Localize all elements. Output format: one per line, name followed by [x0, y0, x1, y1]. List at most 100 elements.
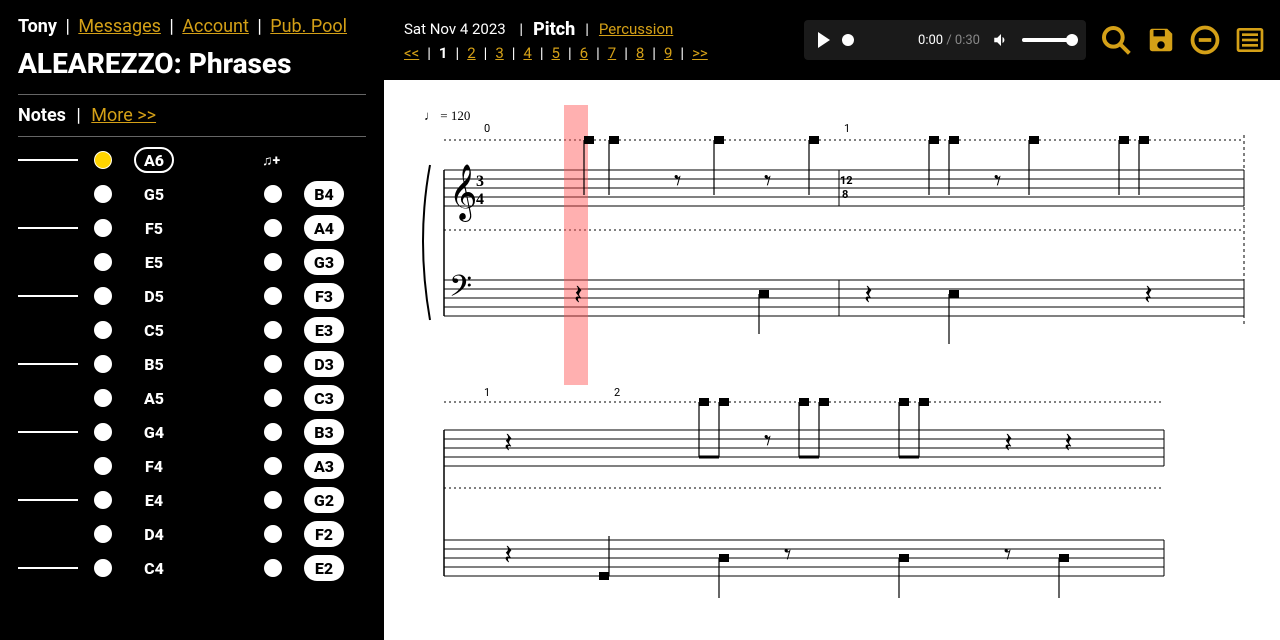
pager-page-2[interactable]: 2	[467, 44, 475, 62]
pager-page-8[interactable]: 8	[636, 44, 644, 62]
note-label[interactable]: G3	[304, 249, 344, 275]
note-dot[interactable]	[262, 455, 284, 477]
notes-grid: A6 ♫+ G5 B4 F5 A4 E5 G3 D5 F3 C5 E3 B5 D3 A5 C3 G4 B3 F4 A3…	[18, 147, 366, 581]
pager-current: 1	[439, 44, 448, 62]
username: Tony	[18, 16, 57, 37]
staff-line	[18, 227, 78, 229]
staff-line	[18, 397, 78, 399]
percussion-link[interactable]: Percussion	[599, 20, 673, 38]
note-dot[interactable]	[262, 489, 284, 511]
svg-text:𝄾: 𝄾	[1004, 540, 1011, 571]
note-dot[interactable]	[92, 285, 114, 307]
note-label[interactable]: F3	[304, 283, 344, 309]
note-dot[interactable]	[92, 251, 114, 273]
note-label[interactable]: A6	[134, 147, 174, 173]
volume-icon[interactable]	[992, 31, 1010, 49]
note-label[interactable]: D5	[134, 283, 174, 309]
pager-page-4[interactable]: 4	[523, 44, 531, 62]
note-label[interactable]: D4	[134, 521, 174, 547]
note-dot[interactable]	[262, 387, 284, 409]
pager-page-9[interactable]: 9	[664, 44, 672, 62]
note-dot[interactable]	[262, 183, 284, 205]
note-dot[interactable]	[92, 183, 114, 205]
nav-account[interactable]: Account	[182, 16, 249, 37]
divider	[18, 94, 366, 95]
note-dot[interactable]	[262, 421, 284, 443]
note-dot[interactable]	[92, 523, 114, 545]
staff-line	[18, 159, 78, 161]
note-label[interactable]: B3	[304, 419, 344, 445]
pager-page-5[interactable]: 5	[552, 44, 560, 62]
svg-text:𝄾: 𝄾	[764, 166, 771, 197]
pager-page-6[interactable]: 6	[580, 44, 588, 62]
mode-label: Pitch	[533, 19, 575, 40]
note-label[interactable]: E5	[134, 249, 174, 275]
svg-text:1: 1	[844, 122, 850, 135]
note-label[interactable]: G2	[304, 487, 344, 513]
note-dot[interactable]	[92, 557, 114, 579]
play-button[interactable]	[818, 32, 830, 48]
sidebar: Tony | Messages | Account | Pub. Pool AL…	[0, 0, 384, 640]
note-label[interactable]: A3	[304, 453, 344, 479]
note-label[interactable]: B5	[134, 351, 174, 377]
note-label[interactable]: E3	[304, 317, 344, 343]
nav-pub-pool[interactable]: Pub. Pool	[270, 16, 347, 37]
note-label[interactable]: A4	[304, 215, 344, 241]
svg-text:𝄽: 𝄽	[1144, 280, 1153, 311]
add-note-symbol[interactable]: ♫+	[262, 152, 290, 169]
svg-text:8: 8	[842, 188, 848, 201]
note-dot[interactable]	[92, 421, 114, 443]
note-dot[interactable]	[262, 523, 284, 545]
divider	[18, 136, 366, 137]
nav-messages[interactable]: Messages	[78, 16, 161, 37]
note-dot[interactable]	[92, 489, 114, 511]
volume-slider[interactable]	[1022, 38, 1072, 42]
svg-text:♩ = 120: ♩ = 120	[424, 108, 470, 123]
note-dot[interactable]	[92, 319, 114, 341]
list-icon[interactable]	[1234, 24, 1266, 56]
zoom-icon[interactable]	[1100, 24, 1132, 56]
note-label[interactable]: C5	[134, 317, 174, 343]
staff-line	[18, 533, 78, 535]
note-dot[interactable]	[92, 353, 114, 375]
pager-next[interactable]: >>	[692, 44, 708, 62]
score-area[interactable]: ♩ = 120𝄞𝄢3401128𝄾𝄾𝄾𝄽𝄽𝄽12𝄽𝄾𝄽𝄽𝄽𝄾𝄾	[384, 80, 1280, 640]
note-dot[interactable]	[262, 251, 284, 273]
progress-knob[interactable]	[842, 34, 854, 46]
note-dot[interactable]	[262, 217, 284, 239]
save-icon[interactable]	[1146, 25, 1176, 55]
staff-line	[18, 465, 78, 467]
note-dot[interactable]	[92, 217, 114, 239]
note-label[interactable]: G4	[134, 419, 174, 445]
note-label[interactable]: C4	[134, 555, 174, 581]
minus-circle-icon[interactable]	[1190, 25, 1220, 55]
note-label[interactable]: G5	[134, 181, 174, 207]
pager-page-7[interactable]: 7	[608, 44, 616, 62]
note-dot[interactable]	[262, 557, 284, 579]
svg-text:𝄽: 𝄽	[864, 280, 873, 311]
audio-player: 0:00 / 0:30	[804, 20, 1086, 60]
note-label[interactable]: F5	[134, 215, 174, 241]
note-dot[interactable]	[92, 455, 114, 477]
note-dot[interactable]	[262, 285, 284, 307]
note-label[interactable]: A5	[134, 385, 174, 411]
pager-page-3[interactable]: 3	[495, 44, 503, 62]
svg-text:𝄽: 𝄽	[504, 428, 513, 459]
note-label[interactable]: E4	[134, 487, 174, 513]
notes-more-link[interactable]: More >>	[91, 105, 156, 126]
note-label[interactable]: F4	[134, 453, 174, 479]
note-label[interactable]: F2	[304, 521, 344, 547]
note-dot[interactable]	[92, 149, 114, 171]
note-dot[interactable]	[262, 319, 284, 341]
note-label[interactable]: D3	[304, 351, 344, 377]
note-label[interactable]: C3	[304, 385, 344, 411]
note-dot[interactable]	[262, 353, 284, 375]
note-label[interactable]: E2	[304, 555, 344, 581]
note-dot[interactable]	[92, 387, 114, 409]
pager-prev[interactable]: <<	[404, 44, 419, 62]
time-current: 0:00	[918, 33, 943, 48]
note-label[interactable]: B4	[304, 181, 344, 207]
user-row: Tony | Messages | Account | Pub. Pool	[18, 16, 366, 37]
svg-text:3: 3	[476, 173, 484, 190]
staff-line	[18, 329, 78, 331]
